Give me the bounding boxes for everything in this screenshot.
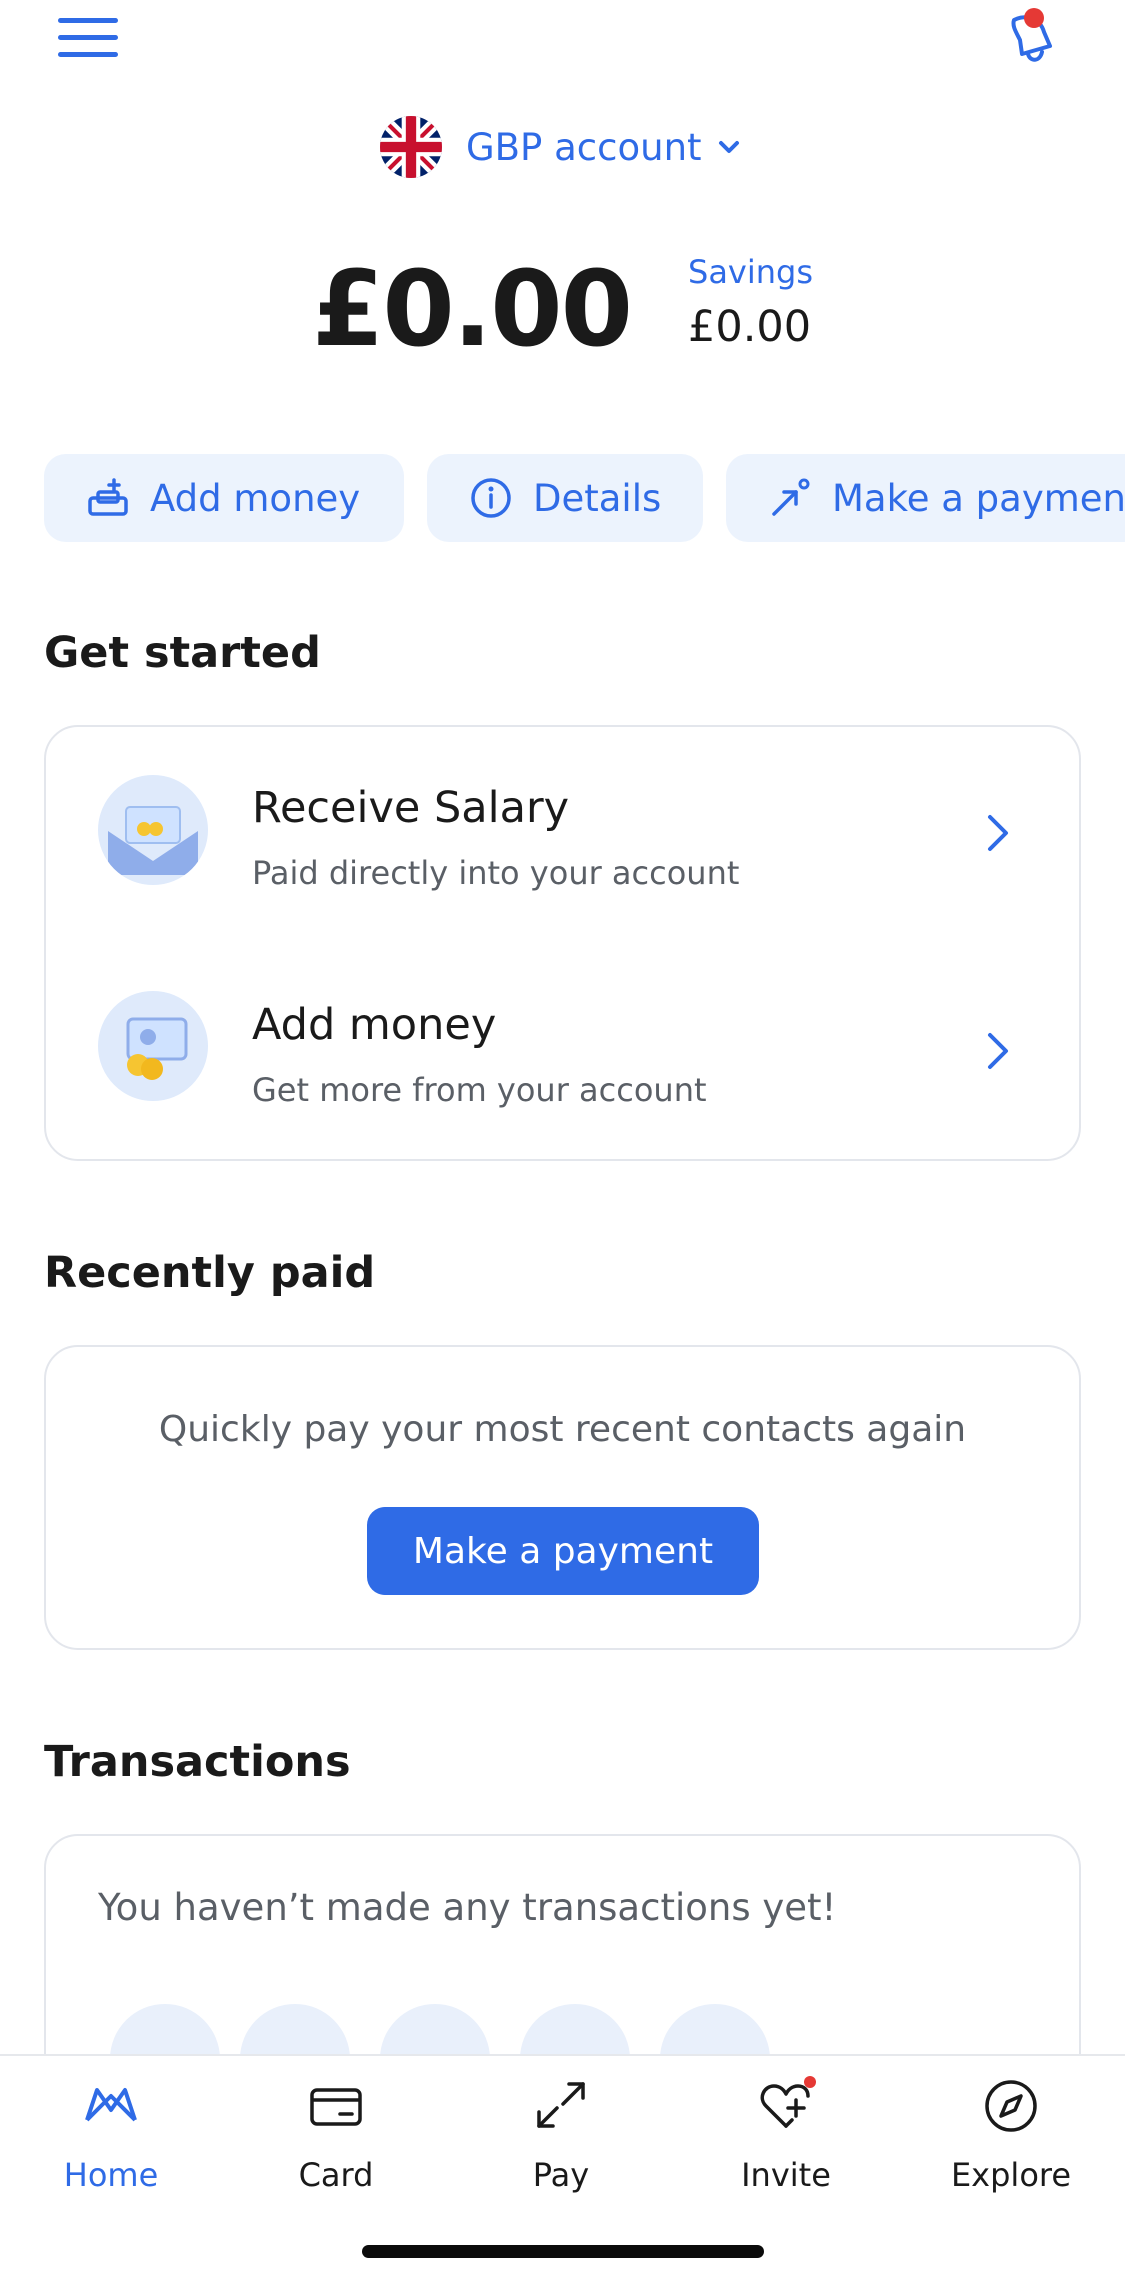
nav-card-label: Card (298, 2156, 374, 2194)
notifications-button[interactable] (1000, 6, 1064, 70)
recently-paid-text: Quickly pay your most recent contacts ag… (158, 1409, 967, 1450)
recently-paid-heading: Recently paid (44, 1248, 376, 1298)
account-selector[interactable]: GBP account (380, 112, 742, 182)
home-indicator[interactable] (362, 2245, 764, 2258)
nav-card[interactable]: Card (246, 2076, 426, 2216)
nav-pay[interactable]: Pay (471, 2076, 651, 2216)
balance-amount: £0.00 (312, 248, 633, 370)
send-arrow-icon (772, 478, 810, 516)
add-money-label: Add money (150, 476, 361, 520)
nav-pay-label: Pay (532, 2156, 590, 2194)
account-label: GBP account (466, 125, 702, 169)
savings-amount: £0.00 (688, 302, 812, 352)
salary-envelope-icon (98, 775, 208, 885)
transactions-empty-text: You haven’t made any transactions yet! (98, 1886, 837, 1929)
pay-arrows-icon (537, 2082, 585, 2128)
make-payment-action-button[interactable]: Make a payment (726, 454, 1125, 542)
bell-icon (1011, 8, 1052, 62)
chevron-down-icon (718, 141, 739, 153)
compass-icon (985, 2080, 1037, 2132)
nav-home-label: Home (63, 2156, 159, 2194)
get-started-card: Receive Salary Paid directly into your a… (44, 725, 1081, 1161)
home-logo-icon (85, 2088, 137, 2122)
recently-paid-card: Quickly pay your most recent contacts ag… (44, 1345, 1081, 1650)
nav-explore-label: Explore (950, 2156, 1072, 2194)
info-icon (471, 478, 511, 518)
add-money-button[interactable]: Add money (44, 454, 404, 542)
transactions-heading: Transactions (44, 1737, 351, 1787)
add-money-row[interactable]: Add money Get more from your account (46, 945, 1079, 1109)
cash-coins-icon (98, 991, 208, 1101)
menu-button[interactable] (58, 18, 118, 62)
invite-badge (804, 2076, 816, 2088)
receive-salary-title: Receive Salary (252, 783, 570, 833)
make-payment-button[interactable]: Make a payment (367, 1507, 759, 1595)
nav-invite[interactable]: Invite (696, 2076, 876, 2216)
notification-badge (1024, 8, 1044, 28)
get-started-heading: Get started (44, 628, 321, 678)
add-money-subtitle: Get more from your account (252, 1071, 707, 1109)
chevron-right-icon (988, 815, 1008, 851)
heart-plus-icon (760, 2076, 816, 2128)
card-icon (310, 2088, 362, 2126)
savings-label[interactable]: Savings (688, 253, 813, 291)
receive-salary-subtitle: Paid directly into your account (252, 854, 740, 892)
nav-home[interactable]: Home (21, 2076, 201, 2216)
receive-salary-row[interactable]: Receive Salary Paid directly into your a… (46, 727, 1079, 892)
hamburger-menu-icon (58, 18, 118, 23)
chevron-right-icon (988, 1033, 1008, 1069)
nav-explore[interactable]: Explore (921, 2076, 1101, 2216)
add-money-icon (88, 478, 128, 516)
details-button[interactable]: Details (427, 454, 703, 542)
make-payment-action-label: Make a payment (832, 476, 1125, 520)
nav-invite-label: Invite (741, 2156, 831, 2194)
details-label: Details (533, 476, 662, 520)
add-money-title: Add money (252, 1000, 497, 1050)
uk-flag-icon (380, 116, 442, 178)
